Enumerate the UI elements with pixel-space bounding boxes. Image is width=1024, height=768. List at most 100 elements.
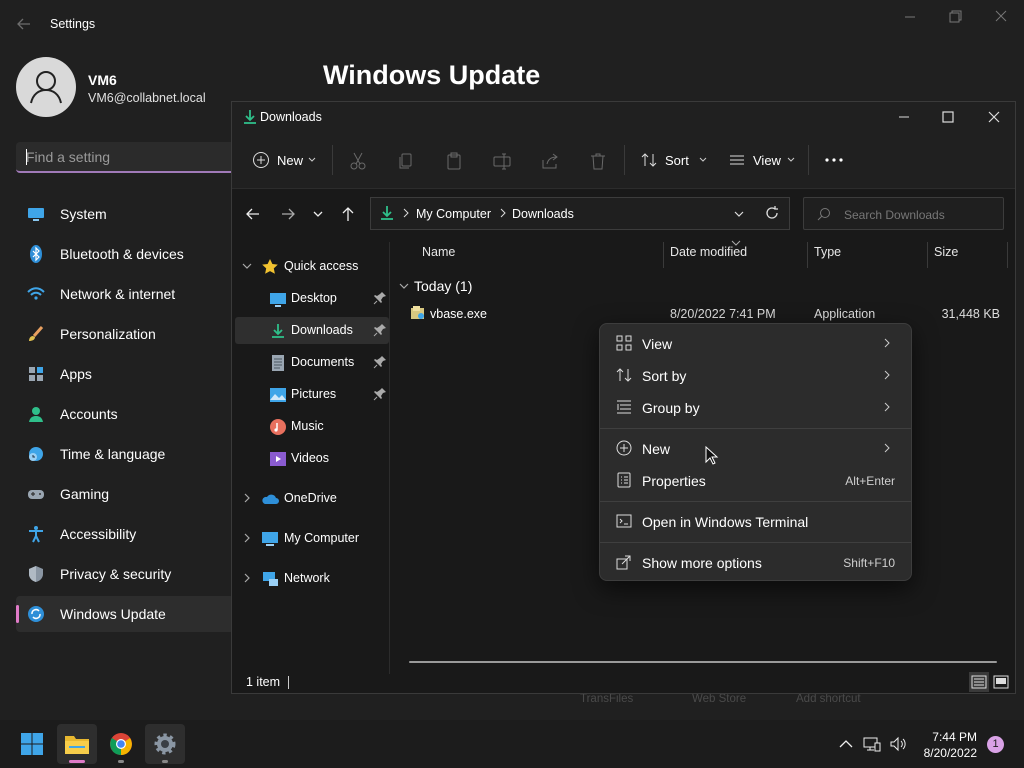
tree-quick-access[interactable]: Quick access xyxy=(235,253,389,280)
nav-accessibility[interactable]: Accessibility xyxy=(16,516,234,552)
view-button[interactable]: View xyxy=(728,148,798,174)
network-status-icon[interactable] xyxy=(862,734,882,754)
volume-icon[interactable] xyxy=(888,734,908,754)
tree-my-computer[interactable]: My Computer xyxy=(235,525,389,552)
chevron-down-icon[interactable] xyxy=(241,260,253,272)
back-arrow-icon[interactable] xyxy=(14,14,34,34)
forward-arrow-icon[interactable] xyxy=(279,205,297,223)
windows-logo-icon xyxy=(20,732,44,756)
notification-badge[interactable]: 1 xyxy=(987,736,1004,753)
tiles-view-icon[interactable] xyxy=(991,672,1011,692)
details-view-icon[interactable] xyxy=(969,672,989,692)
chevron-right-icon[interactable] xyxy=(241,532,253,544)
tree-pictures[interactable]: Pictures xyxy=(235,381,389,408)
nav-gaming[interactable]: Gaming xyxy=(16,476,234,512)
tree-network[interactable]: Network xyxy=(235,565,389,592)
horizontal-scrollbar[interactable] xyxy=(409,661,997,663)
pin-icon[interactable] xyxy=(373,387,387,401)
taskbar-file-explorer[interactable] xyxy=(57,724,97,764)
delete-icon[interactable] xyxy=(588,151,608,171)
menu-item-open-terminal[interactable]: Open in Windows Terminal xyxy=(604,506,907,536)
menu-label: New xyxy=(642,441,671,457)
nav-label: Apps xyxy=(60,366,92,382)
breadcrumb-downloads[interactable]: Downloads xyxy=(512,207,574,221)
restore-icon[interactable] xyxy=(940,8,970,28)
avatar[interactable] xyxy=(16,57,76,117)
find-setting-search[interactable] xyxy=(16,142,246,173)
tree-documents[interactable]: Documents xyxy=(235,349,389,376)
taskbar: 7:44 PM 8/20/2022 xyxy=(0,720,1024,768)
taskbar-settings[interactable] xyxy=(145,724,185,764)
chevron-down-icon[interactable] xyxy=(398,280,410,292)
chevron-right-icon[interactable] xyxy=(241,492,253,504)
search-downloads-box[interactable]: Search Downloads xyxy=(803,197,1004,230)
group-header-today[interactable]: Today (1) xyxy=(398,276,598,296)
chevron-right-icon[interactable] xyxy=(241,572,253,584)
chevron-up-icon[interactable] xyxy=(836,734,856,754)
sort-button[interactable]: Sort xyxy=(640,148,710,174)
nav-windows-update[interactable]: Windows Update xyxy=(16,596,234,632)
pin-icon[interactable] xyxy=(373,291,387,305)
cut-icon[interactable] xyxy=(348,151,368,171)
up-arrow-icon[interactable] xyxy=(339,205,357,223)
pin-icon[interactable] xyxy=(373,323,387,337)
background-text: Web Store xyxy=(692,693,747,705)
close-icon[interactable] xyxy=(986,8,1016,28)
nav-system[interactable]: System xyxy=(16,196,234,232)
tree-desktop[interactable]: Desktop xyxy=(235,285,389,312)
taskbar-chrome[interactable] xyxy=(101,724,141,764)
maximize-icon[interactable] xyxy=(938,107,958,127)
paste-icon[interactable] xyxy=(444,151,464,171)
minimize-icon[interactable] xyxy=(895,8,925,28)
menu-item-properties[interactable]: Properties Alt+Enter xyxy=(604,465,907,495)
nav-privacy-security[interactable]: Privacy & security xyxy=(16,556,234,592)
clock[interactable]: 7:44 PM 8/20/2022 xyxy=(924,729,977,761)
minimize-icon[interactable] xyxy=(894,107,914,127)
share-icon[interactable] xyxy=(540,151,560,171)
file-name: vbase.exe xyxy=(430,307,487,321)
nav-accounts[interactable]: Accounts xyxy=(16,396,234,432)
tree-videos[interactable]: Videos xyxy=(235,445,389,472)
column-type[interactable]: Type xyxy=(814,245,841,259)
menu-item-sort-by[interactable]: Sort by xyxy=(604,360,907,390)
column-divider xyxy=(927,242,928,268)
nav-apps[interactable]: Apps xyxy=(16,356,234,392)
chevron-down-icon[interactable] xyxy=(733,208,745,220)
chevron-down-icon xyxy=(307,155,317,165)
tree-music[interactable]: Music xyxy=(235,413,389,440)
pin-icon[interactable] xyxy=(373,355,387,369)
file-type: Application xyxy=(814,307,876,321)
menu-item-group-by[interactable]: Group by xyxy=(604,392,907,422)
address-bar[interactable]: My Computer Downloads xyxy=(370,197,790,230)
refresh-icon[interactable] xyxy=(764,205,780,221)
menu-item-new[interactable]: New xyxy=(604,433,907,463)
menu-item-view[interactable]: View xyxy=(604,328,907,358)
search-input[interactable] xyxy=(16,142,246,171)
new-button[interactable]: New xyxy=(252,148,322,174)
nav-bluetooth[interactable]: Bluetooth & devices xyxy=(16,236,234,272)
column-name[interactable]: Name xyxy=(422,245,455,259)
network-icon xyxy=(261,570,279,588)
chevron-right-icon xyxy=(881,369,893,381)
close-icon[interactable] xyxy=(984,107,1004,127)
start-button[interactable] xyxy=(12,724,52,764)
download-arrow-icon xyxy=(242,109,258,125)
sort-icon xyxy=(616,367,632,383)
shortcut-hint: Alt+Enter xyxy=(845,474,895,488)
more-options-icon[interactable] xyxy=(822,150,846,170)
nav-time-language[interactable]: Time & language xyxy=(16,436,234,472)
plus-circle-icon xyxy=(252,151,270,169)
breadcrumb-my-computer[interactable]: My Computer xyxy=(416,207,491,221)
nav-personalization[interactable]: Personalization xyxy=(16,316,234,352)
chevron-down-icon[interactable] xyxy=(312,208,324,220)
column-date-modified[interactable]: Date modified xyxy=(670,245,747,259)
video-icon xyxy=(269,450,287,468)
back-arrow-icon[interactable] xyxy=(244,205,262,223)
menu-item-show-more-options[interactable]: Show more options Shift+F10 xyxy=(604,547,907,577)
nav-network[interactable]: Network & internet xyxy=(16,276,234,312)
copy-icon[interactable] xyxy=(396,151,416,171)
tree-downloads[interactable]: Downloads xyxy=(235,317,389,344)
rename-icon[interactable] xyxy=(492,151,512,171)
column-size[interactable]: Size xyxy=(934,245,958,259)
tree-onedrive[interactable]: OneDrive xyxy=(235,485,389,512)
